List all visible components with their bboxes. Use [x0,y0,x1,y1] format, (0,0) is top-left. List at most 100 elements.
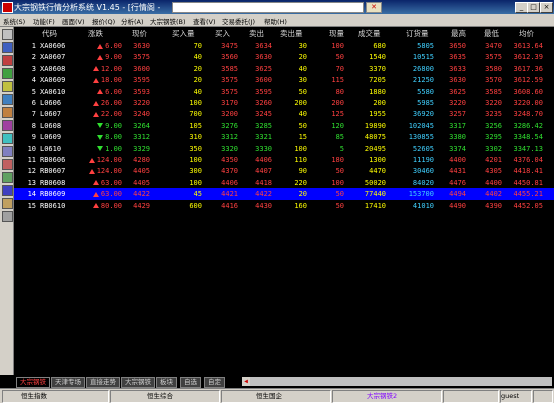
tools-icon[interactable] [2,198,13,209]
table-row[interactable]: 9 L0609 8.00 3312 310 3312 3321 15 85 48075 130855… [14,131,554,143]
table-row[interactable]: 4 XA0609 18.00 3595 20 3575 3600 30 115 7205 21250… [14,74,554,86]
settings-icon[interactable] [2,211,13,222]
col-bid[interactable]: 买入 [215,28,230,39]
row-ask-vol: 90 [298,167,307,176]
close-button[interactable]: × [540,2,553,13]
menu-analysis[interactable]: 分析(A) [121,16,144,26]
row-high: 4431 [449,167,466,176]
tab-favorites[interactable]: 自选 [180,377,201,388]
table-icon[interactable] [2,94,13,105]
col-ask-vol[interactable]: 卖出量 [280,28,303,39]
favorites-icon[interactable] [2,146,13,157]
row-avg: 4455.21 [513,190,543,199]
alert-icon[interactable] [2,159,13,170]
volume-icon[interactable] [2,81,13,92]
chart-icon[interactable] [2,55,13,66]
scroll-left-icon[interactable]: ◀ [242,377,250,386]
row-oi: 130855 [408,133,434,142]
row-ask: 3595 [255,87,272,96]
tab-steel[interactable]: 大宗钢铁 [16,377,50,388]
row-index: 5 [31,87,36,96]
news-icon[interactable] [2,120,13,131]
row-index: 12 [27,167,36,176]
table-row[interactable]: 15 RB0610 80.00 4429 600 4416 4430 160 50 17410 41… [14,200,554,212]
row-bid: 3575 [221,76,238,85]
col-ask[interactable]: 卖出 [249,28,264,39]
row-change: 124.00 [96,167,122,176]
sector-icon[interactable] [2,133,13,144]
row-cur-vol: 180 [331,156,344,164]
row-volume: 17410 [364,201,386,210]
row-volume: 4470 [369,167,386,176]
home-icon[interactable] [2,29,13,40]
menu-trade[interactable]: 交易委托(J) [222,16,255,26]
row-ask-vol: 220 [294,178,307,187]
col-avg[interactable]: 均价 [519,28,534,39]
table-row[interactable]: 12 RB0607 124.00 4405 300 4370 4407 90 50 4470 304… [14,165,554,177]
table-row[interactable]: 2 XA0607 9.00 3575 40 3560 3630 20 50 1540 10515 36… [14,51,554,63]
row-price: 4280 [133,156,150,164]
col-price[interactable]: 现价 [132,28,147,39]
tab-custom[interactable]: 自定 [204,377,225,388]
kline-icon[interactable] [2,68,13,79]
row-code: RB0610 [40,201,66,210]
table-row[interactable]: 13 RB0608 63.00 4405 100 4406 4418 220 100 50020 8… [14,177,554,189]
report-icon[interactable] [2,107,13,118]
table-row[interactable]: 10 L0610 1.00 3329 350 3320 3330 100 5 20495 52605… [14,143,554,155]
tab-steel-2[interactable]: 大宗钢铁 [121,377,155,388]
account-icon[interactable] [2,185,13,196]
table-row[interactable]: 8 L0608 9.00 3264 105 3276 3285 50 120 19890 10204… [14,120,554,132]
row-ask: 3634 [255,42,272,50]
tab-direct-trend[interactable]: 直接走势 [86,377,120,388]
row-index: 13 [27,178,36,187]
table-row[interactable]: 6 L0606 26.00 3220 100 3170 3260 200 200 200 5985 3… [14,97,554,109]
row-high: 3220 [449,99,466,107]
row-low: 4201 [485,156,502,164]
col-change[interactable]: 涨跌 [88,28,103,39]
row-ask: 3245 [255,110,272,119]
col-bid-vol[interactable]: 买入量 [172,28,195,39]
connection-icon[interactable]: ✕ [366,2,382,13]
row-ask: 4407 [255,167,272,176]
row-bid-vol: 350 [189,144,202,153]
menu-function[interactable]: 功能(F) [33,16,55,26]
row-ask: 4418 [255,178,272,187]
menu-quote[interactable]: 报价(Q) [92,16,115,26]
title-input-field[interactable] [172,2,364,13]
triangle-down-icon [97,146,104,152]
row-bid: 4350 [221,156,238,164]
menu-steel[interactable]: 大宗钢铁(B) [150,16,186,26]
table-row[interactable]: 5 XA0610 6.00 3593 40 3575 3595 50 80 1880 5580 362… [14,86,554,98]
table-row[interactable]: 14 RB0609 63.00 4422 45 4421 4422 20 50 77440 1537… [14,188,554,201]
tab-sector[interactable]: 板块 [156,377,177,388]
table-row[interactable]: 3 XA0608 12.00 3600 20 3585 3625 40 70 3370 26800 3… [14,63,554,75]
row-avg: 3612.39 [513,53,543,62]
col-open-interest[interactable]: 订货量 [406,28,429,39]
col-high[interactable]: 最高 [451,28,466,39]
col-cur-vol[interactable]: 现量 [329,28,344,39]
menu-system[interactable]: 系统(S) [3,16,25,26]
menu-help[interactable]: 帮助(H) [264,16,287,26]
row-low: 4402 [485,190,502,199]
quote-list-icon[interactable] [2,42,13,53]
trade-icon[interactable] [2,172,13,183]
row-low: 3585 [485,87,502,96]
row-change: 22.00 [100,110,122,119]
row-oi: 153700 [408,190,434,199]
table-row[interactable]: 7 L0607 22.00 3240 700 3200 3245 40 125 1955 36920… [14,108,554,120]
menu-view[interactable]: 画面(V) [62,16,85,26]
menu-check[interactable]: 查看(V) [193,16,216,26]
col-low[interactable]: 最低 [484,28,499,39]
row-low: 4305 [485,167,502,176]
table-row[interactable]: 1 XA0606 6.00 3630 70 3475 3634 30 100 680 5805 365… [14,40,554,52]
table-row[interactable]: 11 RB0606 124.00 4280 100 4350 4406 110 180 1300 1… [14,154,554,166]
col-volume[interactable]: 成交量 [358,28,381,39]
row-volume: 1300 [369,156,386,164]
row-ask-vol: 15 [298,133,307,142]
row-oi: 52605 [412,144,434,153]
col-code[interactable]: 代码 [42,28,57,39]
horizontal-scrollbar[interactable]: ◀ [242,377,552,386]
row-change: 8.00 [105,133,122,142]
tab-tianjin[interactable]: 天津专场 [51,377,85,388]
maximize-button[interactable]: □ [527,2,540,13]
